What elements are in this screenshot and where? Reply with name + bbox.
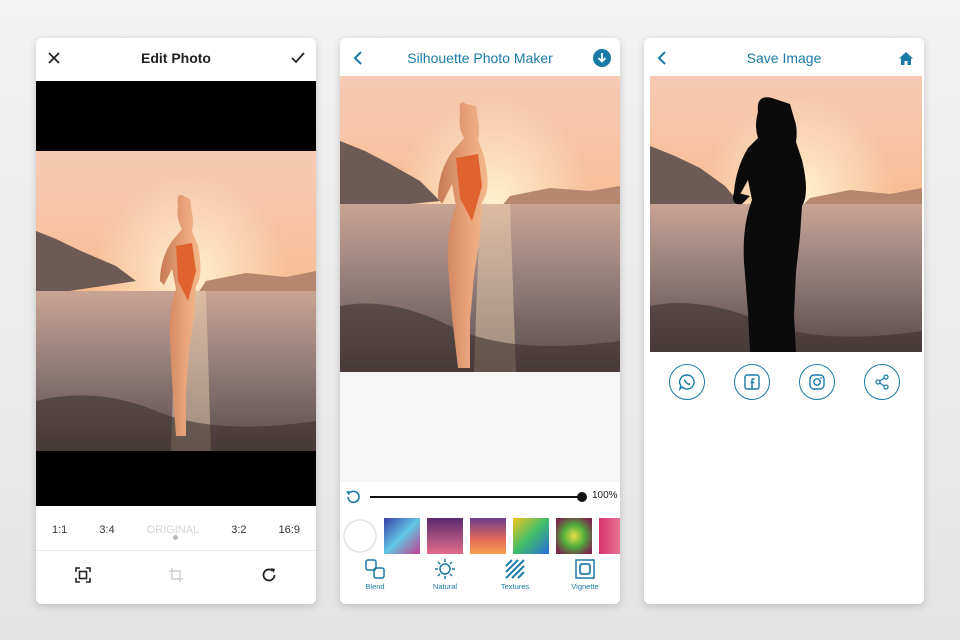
- silhouette-maker-header: Silhouette Photo Maker: [340, 38, 620, 78]
- edit-photo-header: Edit Photo: [36, 38, 316, 78]
- texture-thumb-6[interactable]: [599, 518, 620, 554]
- texture-thumb-3[interactable]: [470, 518, 506, 554]
- opacity-slider-track[interactable]: [370, 496, 582, 498]
- texture-icon: [505, 559, 525, 579]
- ratio-3-4[interactable]: 3:4: [97, 520, 116, 540]
- silhouette-maker-screen: Silhouette Photo Maker 100% Blend Natura…: [340, 38, 620, 604]
- chevron-left-icon[interactable]: [650, 46, 674, 70]
- undo-icon[interactable]: [344, 488, 362, 511]
- home-icon[interactable]: [894, 46, 918, 70]
- save-image-screen: Save Image: [644, 38, 924, 604]
- silhouette-result-photo: [650, 76, 922, 352]
- close-icon[interactable]: [42, 46, 66, 70]
- edit-toolbar: [36, 550, 316, 604]
- opacity-slider-handle[interactable]: [577, 492, 587, 502]
- aspect-ratio-bar: 1:1 3:4 ORIGINAL 3:2 16:9: [36, 508, 316, 552]
- tab-textures[interactable]: Textures: [485, 558, 545, 591]
- tab-natural-label: Natural: [432, 582, 458, 591]
- instagram-button[interactable]: [798, 364, 835, 400]
- page-title: Edit Photo: [141, 50, 211, 66]
- blend-icon: [365, 559, 385, 579]
- opacity-slider-row: 100%: [340, 486, 620, 508]
- share-buttons: [644, 364, 924, 404]
- instagram-icon: [808, 374, 825, 390]
- texture-thumb-4[interactable]: [513, 518, 549, 554]
- ratio-16-9[interactable]: 16:9: [277, 520, 302, 540]
- beach-photo: [36, 151, 316, 451]
- tab-blend[interactable]: Blend: [345, 558, 405, 591]
- tab-textures-label: Textures: [500, 582, 530, 591]
- edit-photo-screen: Edit Photo 1:1 3:4 ORIGINAL 3:2 16:9: [36, 38, 316, 604]
- crop-free-icon[interactable]: [168, 567, 184, 588]
- download-icon[interactable]: [590, 46, 614, 70]
- facebook-icon: [743, 374, 760, 390]
- page-title: Silhouette Photo Maker: [407, 50, 553, 66]
- effect-tabs: Blend Natural Textures Vignette: [340, 558, 620, 604]
- share-button[interactable]: [863, 364, 900, 400]
- selected-ratio-indicator: [173, 535, 178, 540]
- tab-natural[interactable]: Natural: [415, 558, 475, 591]
- rotate-icon[interactable]: [260, 566, 278, 589]
- texture-thumb-none[interactable]: [342, 518, 378, 554]
- tab-vignette[interactable]: Vignette: [555, 558, 615, 591]
- ratio-1-1[interactable]: 1:1: [50, 520, 69, 540]
- tab-blend-label: Blend: [365, 582, 385, 591]
- chevron-left-icon[interactable]: [346, 46, 370, 70]
- whatsapp-button[interactable]: [668, 364, 705, 400]
- beach-photo: [340, 76, 620, 372]
- save-image-header: Save Image: [644, 38, 924, 78]
- page-title: Save Image: [746, 50, 822, 66]
- facebook-button[interactable]: [733, 364, 770, 400]
- canvas-empty-area: [340, 372, 620, 482]
- texture-thumb-2[interactable]: [427, 518, 463, 554]
- whatsapp-icon: [678, 374, 695, 391]
- texture-thumb-5[interactable]: [556, 518, 592, 554]
- check-icon[interactable]: [286, 46, 310, 70]
- tab-vignette-label: Vignette: [571, 582, 599, 591]
- vignette-icon: [575, 559, 595, 579]
- texture-thumb-1[interactable]: [384, 518, 420, 554]
- ratio-3-2[interactable]: 3:2: [229, 520, 248, 540]
- share-icon: [874, 374, 889, 390]
- opacity-value: 100%: [592, 490, 618, 501]
- crop-fit-icon[interactable]: [74, 566, 92, 589]
- texture-thumbnails: [340, 516, 620, 556]
- sun-icon: [435, 559, 455, 579]
